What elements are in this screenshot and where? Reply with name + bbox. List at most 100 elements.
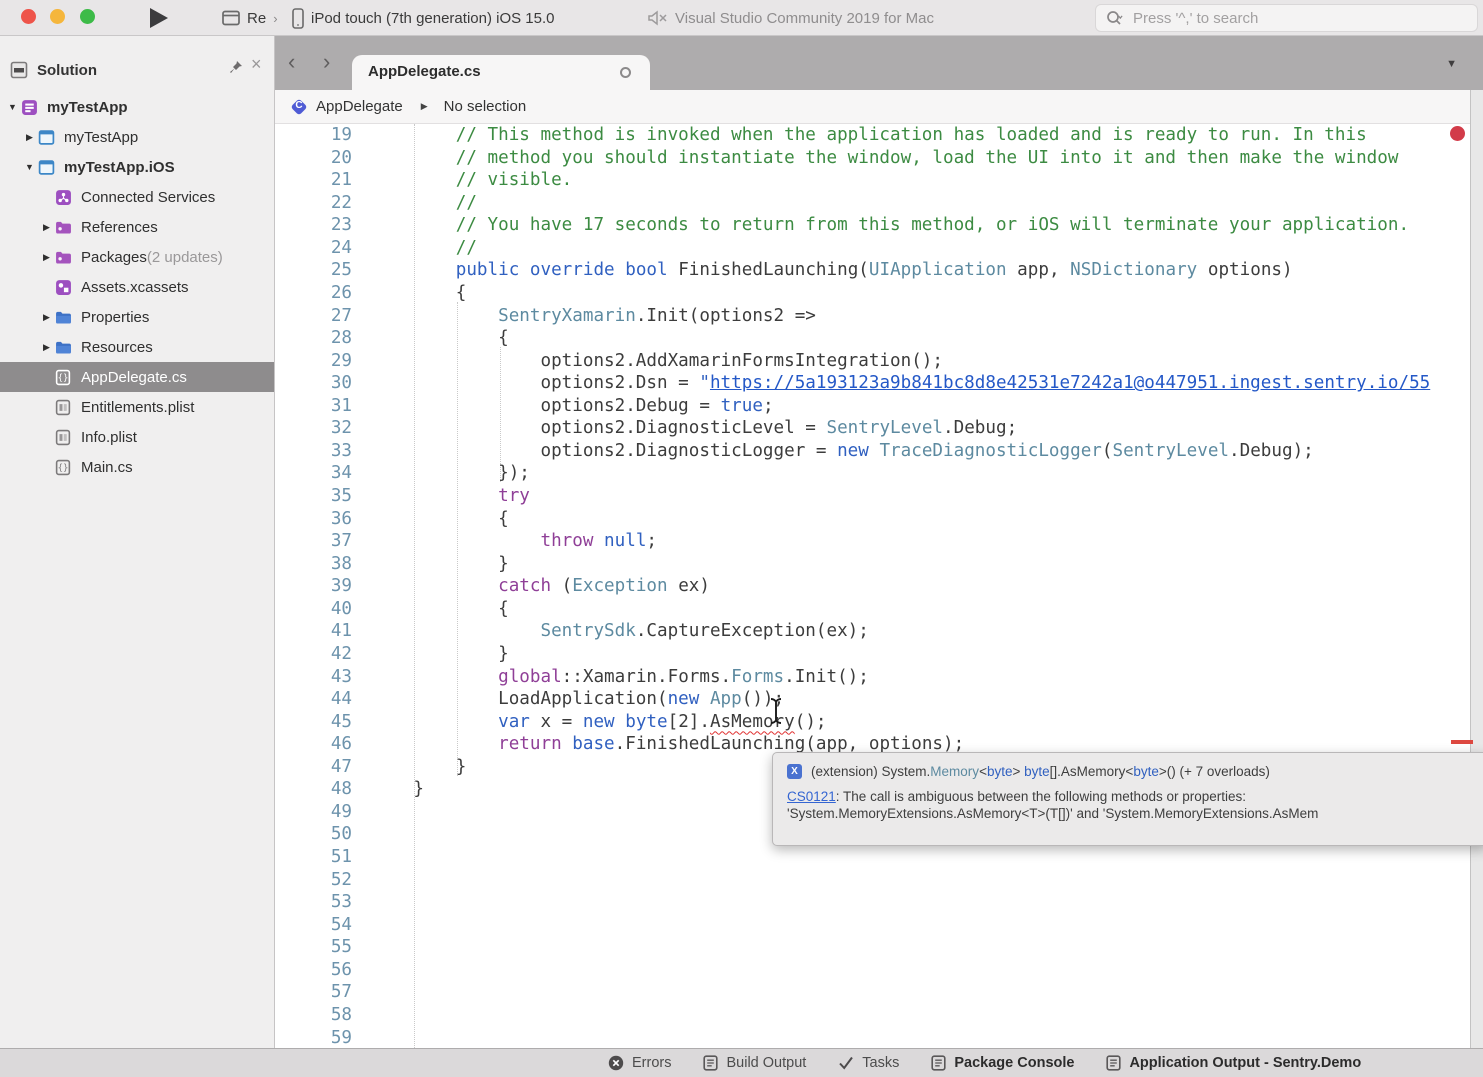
sidebar-item-resources[interactable]: ▶Resources: [0, 332, 274, 362]
minimize-window-button[interactable]: [50, 9, 65, 24]
code-text: try: [360, 485, 530, 508]
tab-list-dropdown-icon[interactable]: ▼: [1446, 58, 1457, 70]
sidebar-item-properties[interactable]: ▶Properties: [0, 302, 274, 332]
chevron-expanded-icon[interactable]: ▼: [21, 162, 38, 172]
code-line-38[interactable]: 38 }: [275, 553, 1483, 576]
sidebar-item-mytestapp[interactable]: ▼myTestApp: [0, 92, 274, 122]
line-number: 28: [275, 327, 360, 350]
code-line-52[interactable]: 52: [275, 869, 1483, 892]
error-code-link[interactable]: CS0121: [787, 789, 836, 804]
code-line-53[interactable]: 53: [275, 891, 1483, 914]
statusbar-tasks[interactable]: Tasks: [838, 1055, 899, 1071]
chevron-collapsed-icon[interactable]: ▶: [38, 252, 55, 263]
tab-modified-icon[interactable]: [620, 67, 631, 78]
close-window-button[interactable]: [21, 9, 36, 24]
code-text: //: [360, 192, 477, 215]
code-line-25[interactable]: 25 public override bool FinishedLaunchin…: [275, 259, 1483, 282]
code-text: [360, 959, 371, 982]
app-title: Visual Studio Community 2019 for Mac: [675, 10, 934, 27]
code-line-51[interactable]: 51: [275, 846, 1483, 869]
code-line-37[interactable]: 37 throw null;: [275, 530, 1483, 553]
sidebar-item-appdelegate-cs[interactable]: {}AppDelegate.cs: [0, 362, 274, 392]
tooltip-signature: X (extension) System.Memory<byte> byte[]…: [787, 764, 1483, 779]
tab-appdelegate[interactable]: AppDelegate.cs: [352, 55, 650, 90]
code-line-28[interactable]: 28 {: [275, 327, 1483, 350]
code-line-39[interactable]: 39 catch (Exception ex): [275, 575, 1483, 598]
code-line-45[interactable]: 45 var x = new byte[2].AsMemory();: [275, 711, 1483, 734]
statusbar-errors[interactable]: Errors: [608, 1055, 671, 1071]
error-tooltip: X (extension) System.Memory<byte> byte[]…: [772, 752, 1483, 846]
code-line-23[interactable]: 23 // You have 17 seconds to return from…: [275, 214, 1483, 237]
code-line-34[interactable]: 34 });: [275, 462, 1483, 485]
sidebar-item-mytestapp[interactable]: ▶myTestApp: [0, 122, 274, 152]
code-line-19[interactable]: 19 // This method is invoked when the ap…: [275, 124, 1483, 147]
code-line-24[interactable]: 24 //: [275, 237, 1483, 260]
code-line-35[interactable]: 35 try: [275, 485, 1483, 508]
breadcrumb-selection[interactable]: No selection: [444, 98, 527, 115]
code-line-54[interactable]: 54: [275, 914, 1483, 937]
code-line-30[interactable]: 30 options2.Dsn = "https://5a193123a9b84…: [275, 372, 1483, 395]
navigate-forward-icon[interactable]: ›: [323, 49, 330, 75]
navigate-back-icon[interactable]: ‹: [288, 49, 295, 75]
sidebar-item-entitlements-plist[interactable]: Entitlements.plist: [0, 392, 274, 422]
sidebar-item-connected-services[interactable]: Connected Services: [0, 182, 274, 212]
sidebar-item-label: myTestApp.iOS: [64, 159, 175, 176]
chevron-expanded-icon[interactable]: ▼: [4, 102, 21, 112]
pin-icon[interactable]: [229, 60, 243, 74]
code-line-21[interactable]: 21 // visible.: [275, 169, 1483, 192]
code-line-31[interactable]: 31 options2.Debug = true;: [275, 395, 1483, 418]
chevron-collapsed-icon[interactable]: ▶: [38, 222, 55, 233]
statusbar-build-output[interactable]: Build Output: [703, 1055, 806, 1071]
statusbar-application-output-sentry-demo[interactable]: Application Output - Sentry.Demo: [1106, 1055, 1361, 1071]
editor-scrollbar[interactable]: [1470, 90, 1483, 1048]
statusbar-package-console[interactable]: Package Console: [931, 1055, 1074, 1071]
code-line-56[interactable]: 56: [275, 959, 1483, 982]
chevron-collapsed-icon[interactable]: ▶: [38, 312, 55, 323]
chevron-collapsed-icon[interactable]: ▶: [21, 132, 38, 143]
chevron-collapsed-icon[interactable]: ▶: [38, 342, 55, 353]
device-selector[interactable]: iPod touch (7th generation) iOS 15.0: [292, 0, 555, 36]
code-line-42[interactable]: 42 }: [275, 643, 1483, 666]
solution-tree: ▼myTestApp▶myTestApp ▼ myTestApp.iOS Connec…: [0, 92, 274, 482]
close-pad-icon[interactable]: ×: [251, 55, 262, 73]
code-editor[interactable]: 19 // This method is invoked when the ap…: [275, 124, 1483, 1048]
sidebar-item-label: Assets.xcassets: [81, 279, 189, 296]
code-line-41[interactable]: 41 SentrySdk.CaptureException(ex);: [275, 620, 1483, 643]
muted-speaker-icon: [648, 10, 668, 26]
code-line-20[interactable]: 20 // method you should instantiate the …: [275, 147, 1483, 170]
sidebar-item-mytestapp-ios[interactable]: ▼ myTestApp.iOS: [0, 152, 274, 182]
updates-badge: (2 updates): [147, 249, 223, 266]
sidebar-item-assets-xcassets[interactable]: Assets.xcassets: [0, 272, 274, 302]
breadcrumb-class[interactable]: AppDelegate: [316, 98, 403, 115]
code-line-55[interactable]: 55: [275, 936, 1483, 959]
code-line-29[interactable]: 29 options2.AddXamarinFormsIntegration()…: [275, 350, 1483, 373]
run-button[interactable]: [150, 8, 168, 28]
build-config-selector[interactable]: Re ›: [222, 0, 278, 36]
line-number: 39: [275, 575, 360, 598]
sidebar-item-main-cs[interactable]: {}Main.cs: [0, 452, 274, 482]
code-line-22[interactable]: 22 //: [275, 192, 1483, 215]
code-line-43[interactable]: 43 global::Xamarin.Forms.Forms.Init();: [275, 666, 1483, 689]
code-text: {: [360, 282, 466, 305]
code-text: // This method is invoked when the appli…: [360, 124, 1367, 147]
maximize-window-button[interactable]: [80, 9, 95, 24]
sidebar-item-references[interactable]: ▶References: [0, 212, 274, 242]
code-line-27[interactable]: 27 SentryXamarin.Init(options2 =>: [275, 305, 1483, 328]
code-line-32[interactable]: 32 options2.DiagnosticLevel = SentryLeve…: [275, 417, 1483, 440]
code-line-36[interactable]: 36 {: [275, 508, 1483, 531]
code-line-57[interactable]: 57: [275, 981, 1483, 1004]
code-line-26[interactable]: 26 {: [275, 282, 1483, 305]
code-line-44[interactable]: 44 LoadApplication(new App());: [275, 688, 1483, 711]
code-text: options2.AddXamarinFormsIntegration();: [360, 350, 943, 373]
code-line-40[interactable]: 40 {: [275, 598, 1483, 621]
code-text: var x = new byte[2].AsMemory();: [360, 711, 827, 734]
sidebar-item-info-plist[interactable]: Info.plist: [0, 422, 274, 452]
code-line-58[interactable]: 58: [275, 1004, 1483, 1027]
status-area: Visual Studio Community 2019 for Mac: [648, 0, 934, 36]
line-number: 53: [275, 891, 360, 914]
code-line-33[interactable]: 33 options2.DiagnosticLogger = new Trace…: [275, 440, 1483, 463]
search-input[interactable]: Press '^,' to search: [1095, 4, 1478, 32]
tab-strip: ‹ › AppDelegate.cs ▼: [275, 36, 1483, 90]
sidebar-item-packages[interactable]: ▶Packages (2 updates): [0, 242, 274, 272]
code-line-59[interactable]: 59: [275, 1027, 1483, 1049]
